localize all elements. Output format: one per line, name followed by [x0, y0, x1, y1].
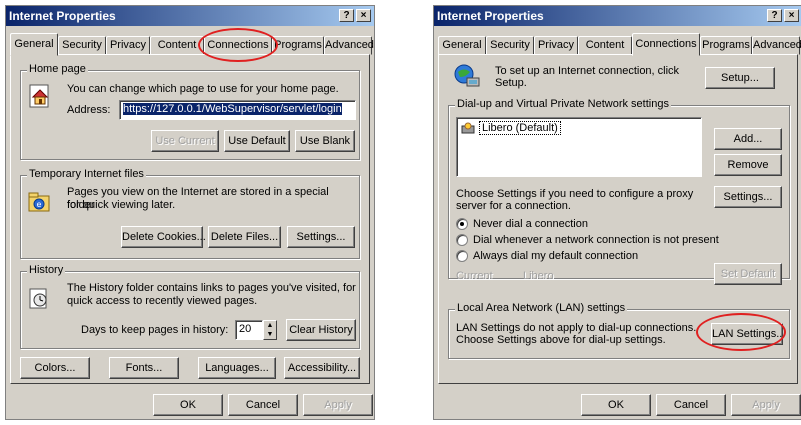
tab-strip: General Security Privacy Content Connect… [10, 33, 374, 56]
history-group: History The History folder contains link… [20, 264, 360, 349]
history-description-line2: quick access to recently viewed pages. [67, 295, 258, 307]
history-icon [29, 288, 47, 309]
temporary-files-description-line2: for quick viewing later. [67, 199, 176, 211]
general-tab-panel: Home page You can change which page to u… [10, 54, 370, 384]
tab-connections[interactable]: Connections [204, 36, 272, 55]
dialup-vpn-group: Dial-up and Virtual Private Network sett… [448, 98, 790, 285]
colors-button[interactable]: Colors... [20, 357, 90, 379]
accessibility-button[interactable]: Accessibility... [284, 357, 360, 379]
remove-button[interactable]: Remove [714, 154, 782, 176]
help-button[interactable]: ? [767, 9, 782, 22]
current-value: Libero [523, 270, 554, 282]
temporary-files-group-label: Temporary Internet files [27, 168, 146, 180]
spin-up-icon[interactable]: ▲ [267, 322, 274, 329]
address-input[interactable]: https://127.0.0.1/WebSupervisor/servlet/… [119, 100, 356, 120]
title-bar: Internet Properties ? × [434, 6, 801, 26]
home-page-description: You can change which page to use for you… [67, 83, 339, 95]
close-button[interactable]: × [784, 9, 799, 22]
ok-button[interactable]: OK [581, 394, 651, 416]
cancel-button[interactable]: Cancel [228, 394, 298, 416]
days-spin-buttons[interactable]: ▲ ▼ [263, 320, 277, 340]
connections-listbox[interactable]: Libero (Default) [456, 117, 702, 177]
radio-label: Never dial a connection [473, 218, 588, 230]
list-item-label: Libero (Default) [479, 121, 561, 135]
use-blank-button[interactable]: Use Blank [295, 130, 355, 152]
proxy-description-line2: server for a connection. [456, 200, 571, 212]
tab-general[interactable]: General [10, 33, 58, 56]
current-label: Current [456, 270, 493, 282]
tab-programs[interactable]: Programs [272, 36, 324, 55]
temporary-files-group: Temporary Internet files e Pages you vie… [20, 168, 360, 259]
connections-tab-panel: To set up an Internet connection, click … [438, 54, 798, 384]
radio-never-dial[interactable]: Never dial a connection [456, 218, 588, 230]
lan-description-line2: Choose Settings above for dial-up settin… [456, 334, 666, 346]
fonts-button[interactable]: Fonts... [109, 357, 179, 379]
lan-settings-group: Local Area Network (LAN) settings LAN Se… [448, 302, 790, 359]
ok-button[interactable]: OK [153, 394, 223, 416]
apply-button[interactable]: Apply [303, 394, 373, 416]
radio-dot[interactable] [456, 250, 468, 262]
dialog-title: Internet Properties [437, 9, 544, 23]
radio-dot[interactable] [456, 234, 468, 246]
home-page-group: Home page You can change which page to u… [20, 63, 360, 160]
cancel-button[interactable]: Cancel [656, 394, 726, 416]
use-default-button[interactable]: Use Default [224, 130, 290, 152]
connection-wizard-icon [454, 64, 480, 87]
delete-files-button[interactable]: Delete Files... [208, 226, 281, 248]
dialog-title: Internet Properties [9, 9, 116, 23]
use-current-button[interactable]: Use Current [151, 130, 219, 152]
address-label: Address: [67, 104, 111, 116]
setup-button[interactable]: Setup... [705, 67, 775, 89]
temporary-files-icon: e [28, 192, 50, 212]
radio-dot[interactable] [456, 218, 468, 230]
days-to-keep-label: Days to keep pages in history: [81, 324, 229, 336]
address-value: https://127.0.0.1/WebSupervisor/servlet/… [123, 103, 342, 115]
tab-privacy[interactable]: Privacy [106, 36, 150, 55]
radio-dial-whenever[interactable]: Dial whenever a network connection is no… [456, 234, 719, 246]
tab-content[interactable]: Content [578, 36, 632, 55]
temporary-files-settings-button[interactable]: Settings... [287, 226, 355, 248]
tab-content[interactable]: Content [150, 36, 204, 55]
setup-description-line2: Setup. [495, 77, 527, 89]
radio-label: Dial whenever a network connection is no… [473, 234, 719, 246]
tab-privacy[interactable]: Privacy [534, 36, 578, 55]
radio-always-dial[interactable]: Always dial my default connection [456, 250, 638, 262]
tab-strip: General Security Privacy Content Connect… [438, 33, 801, 56]
svg-text:e: e [37, 200, 42, 209]
close-button[interactable]: × [356, 9, 371, 22]
internet-properties-dialog-connections: Internet Properties ? × General Security… [433, 5, 801, 420]
lan-settings-group-label: Local Area Network (LAN) settings [455, 302, 628, 314]
dialup-settings-button[interactable]: Settings... [714, 186, 782, 208]
dialup-vpn-group-label: Dial-up and Virtual Private Network sett… [455, 98, 671, 110]
clear-history-button[interactable]: Clear History [286, 319, 356, 341]
tab-advanced[interactable]: Advanced [324, 36, 374, 55]
days-to-keep-input[interactable]: 20 [235, 320, 263, 340]
radio-label: Always dial my default connection [473, 250, 639, 262]
tab-programs[interactable]: Programs [700, 36, 752, 55]
apply-button[interactable]: Apply [731, 394, 801, 416]
set-default-button[interactable]: Set Default [714, 263, 782, 285]
home-page-group-label: Home page [27, 63, 88, 75]
lan-settings-button[interactable]: LAN Settings... [711, 323, 785, 345]
tab-security[interactable]: Security [486, 36, 534, 55]
list-item[interactable]: Libero (Default) [461, 121, 561, 135]
history-description-line1: The History folder contains links to pag… [67, 282, 356, 294]
tab-general[interactable]: General [438, 36, 486, 55]
tab-connections[interactable]: Connections [632, 33, 700, 56]
add-button[interactable]: Add... [714, 128, 782, 150]
tab-security[interactable]: Security [58, 36, 106, 55]
help-button[interactable]: ? [339, 9, 354, 22]
dialup-connection-icon [461, 122, 475, 134]
languages-button[interactable]: Languages... [198, 357, 276, 379]
internet-properties-dialog-general: Internet Properties ? × General Security… [5, 5, 375, 420]
title-bar: Internet Properties ? × [6, 6, 374, 26]
delete-cookies-button[interactable]: Delete Cookies... [121, 226, 206, 248]
spin-down-icon[interactable]: ▼ [267, 331, 274, 338]
history-group-label: History [27, 264, 66, 276]
tab-advanced[interactable]: Advanced [752, 36, 801, 55]
home-page-icon [29, 84, 49, 108]
